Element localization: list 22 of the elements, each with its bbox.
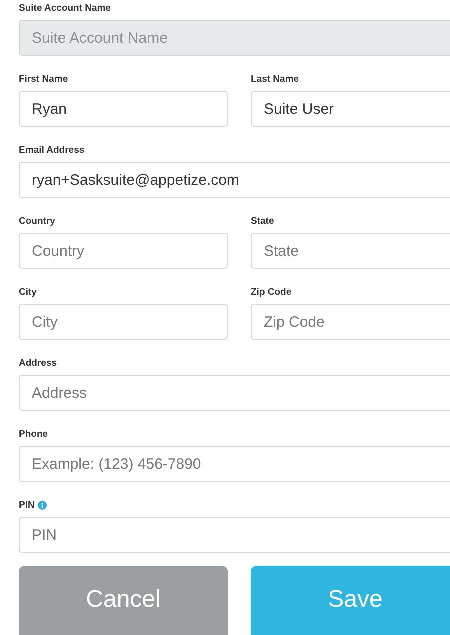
- field-label: Last Name: [251, 74, 300, 84]
- input-field[interactable]: Address: [19, 375, 450, 411]
- input-field[interactable]: Zip Code: [251, 304, 450, 340]
- field-label: First Name: [19, 74, 68, 84]
- input-field[interactable]: ryan+Sasksuite@appetize.com: [19, 162, 450, 198]
- field-label: Phone: [19, 428, 48, 440]
- input-field[interactable]: Example: (123) 456-7890: [19, 446, 450, 482]
- input-field[interactable]: Ryan: [19, 91, 228, 127]
- info-icon[interactable]: [38, 500, 47, 510]
- field-label: Address: [19, 358, 58, 368]
- input-field[interactable]: Country: [19, 233, 228, 269]
- field-label: Zip Code: [251, 286, 292, 298]
- field-label: City: [19, 286, 37, 298]
- field-label: Email Address: [19, 144, 85, 156]
- input-field[interactable]: State: [251, 233, 450, 269]
- input-field[interactable]: City: [19, 304, 228, 340]
- field-label: Country: [19, 216, 56, 226]
- input-field[interactable]: Suite User: [251, 91, 450, 127]
- field-label: PIN: [19, 500, 35, 510]
- input-field[interactable]: PIN: [19, 517, 450, 553]
- field-label: Suite Account Name: [19, 2, 112, 14]
- field-label: State: [251, 216, 274, 226]
